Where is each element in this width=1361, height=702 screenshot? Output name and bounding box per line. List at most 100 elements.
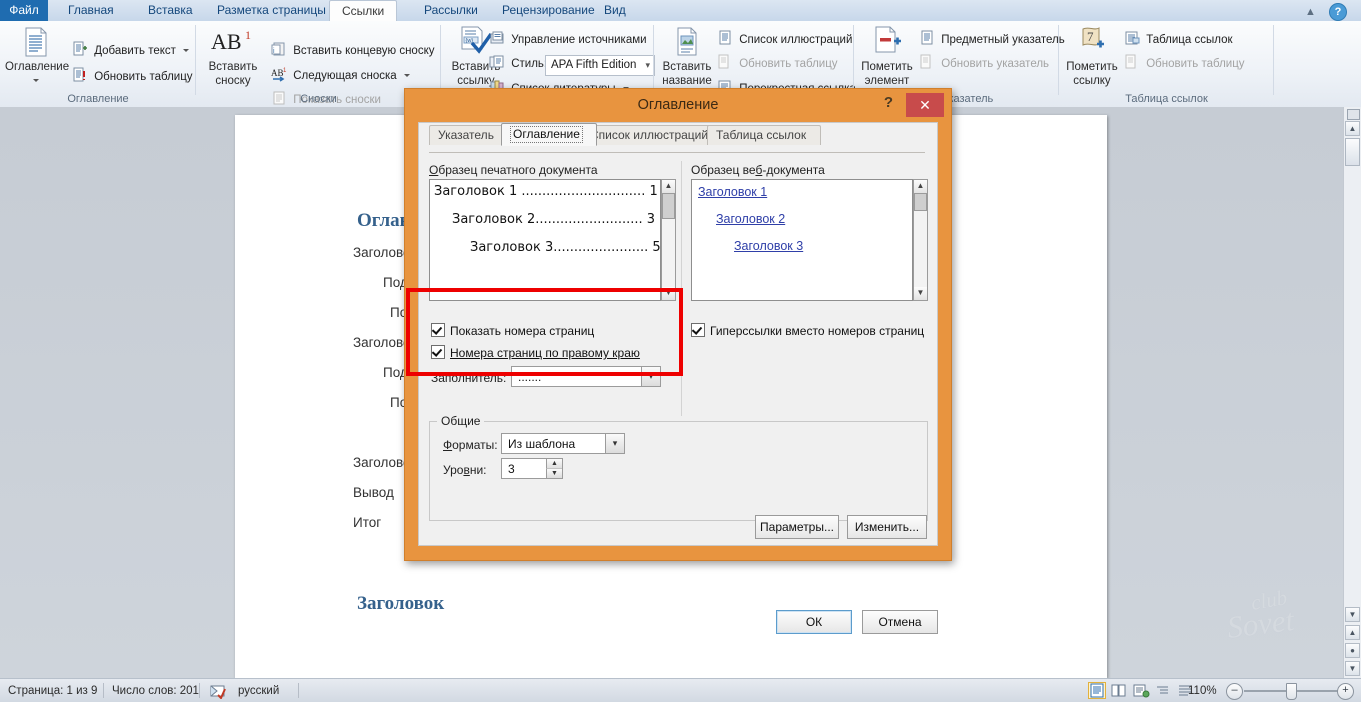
ribbon-tab-mailings[interactable]: Рассылки: [412, 0, 490, 21]
next-page-button[interactable]: ▼: [1345, 661, 1360, 676]
scroll-down-button[interactable]: ▼: [1345, 607, 1360, 622]
filler-combo[interactable]: ....... ▾: [511, 366, 661, 387]
web-preview-link[interactable]: Заголовок 2: [716, 212, 785, 226]
document-vertical-scrollbar[interactable]: ▲ ▼ ▲ ● ▼: [1343, 107, 1361, 678]
update-toc-table-button[interactable]: Обновить таблицу: [72, 67, 193, 88]
next-footnote-dropdown-arrow[interactable]: [403, 74, 410, 78]
ribbon-tab-file[interactable]: Файл: [0, 0, 48, 21]
checkbox-label: Показать номера страниц: [450, 324, 595, 338]
general-groupbox-title: Общие: [437, 414, 485, 428]
add-text-dropdown-arrow[interactable]: [183, 49, 190, 53]
proofing-icon[interactable]: [210, 683, 228, 702]
scroll-up-button[interactable]: ▲: [1345, 121, 1360, 136]
checkbox-box[interactable]: [431, 345, 445, 359]
ribbon-group-authorities: 7 Пометить ссылку Таблица ссылок Обновит…: [1059, 21, 1274, 107]
toc-dropdown-arrow[interactable]: [33, 79, 39, 83]
mark-entry-label-1: Пометить: [861, 61, 913, 73]
ribbon-tab-layout[interactable]: Разметка страницы: [205, 0, 338, 21]
table-of-figures-label: Список иллюстраций: [739, 34, 853, 46]
view-print-layout-button[interactable]: [1088, 682, 1106, 699]
scroll-up-button[interactable]: ▲: [914, 180, 927, 193]
zoom-slider-thumb[interactable]: [1286, 683, 1297, 700]
collapse-ribbon-icon[interactable]: ▲: [1305, 6, 1316, 18]
print-preview-box[interactable]: Заголовок 1 ............................…: [429, 179, 661, 301]
scroll-down-button[interactable]: ▼: [914, 287, 927, 300]
status-page-indicator[interactable]: Страница: 1 из 9: [8, 683, 97, 699]
manage-sources-button[interactable]: Управление источниками: [489, 30, 647, 51]
update-index-label: Обновить указатель: [941, 58, 1050, 70]
toc-dialog[interactable]: Оглавление ? ✕ Указатель Оглавление Спис…: [404, 88, 952, 634]
help-icon[interactable]: ?: [1329, 3, 1347, 21]
checkbox-use-hyperlinks[interactable]: Гиперссылки вместо номеров страниц: [691, 323, 924, 338]
web-preview-label: Образец веб-документа: [691, 163, 825, 177]
footnote-ab1-icon: AB 1: [202, 25, 264, 59]
document-toc-line: Вывод: [353, 485, 394, 500]
scrollbar-split-handle[interactable]: [1347, 109, 1360, 120]
zoom-in-button[interactable]: +: [1337, 683, 1354, 700]
dialog-close-button[interactable]: ✕: [906, 93, 944, 117]
scrollbar-thumb[interactable]: [662, 193, 675, 219]
add-text-icon: [72, 41, 88, 57]
mark-citation-button[interactable]: 7 Пометить ссылку: [1061, 25, 1123, 87]
chevron-down-icon[interactable]: ▾: [645, 56, 650, 75]
citation-style-row[interactable]: Стиль:: [489, 54, 547, 75]
ribbon-tab-insert[interactable]: Вставка: [136, 0, 205, 21]
checkbox-show-page-numbers[interactable]: Показать номера страниц: [431, 323, 594, 338]
insert-footnote-button[interactable]: AB 1 Вставить сноску: [202, 25, 264, 87]
citation-style-combo[interactable]: APA Fifth Edition ▾: [545, 55, 655, 76]
web-preview-link[interactable]: Заголовок 1: [698, 185, 767, 199]
chevron-down-icon[interactable]: ▾: [641, 367, 660, 386]
options-button[interactable]: Параметры...: [755, 515, 839, 539]
spinner-down-icon[interactable]: ▼: [546, 467, 562, 478]
view-web-layout-button[interactable]: [1132, 682, 1150, 699]
chevron-down-icon[interactable]: ▾: [605, 434, 624, 453]
insert-caption-label-2: название: [662, 75, 712, 87]
status-word-count[interactable]: Число слов: 201: [112, 683, 199, 699]
insert-table-of-authorities-button[interactable]: Таблица ссылок: [1124, 30, 1233, 51]
dialog-tab-toc[interactable]: Оглавление: [501, 123, 597, 146]
checkbox-box[interactable]: [691, 323, 705, 337]
ribbon-group-toc: Оглавление Добавить текст Обновить табли…: [0, 21, 196, 107]
add-text-button[interactable]: Добавить текст: [72, 41, 190, 62]
cancel-button[interactable]: Отмена: [862, 610, 938, 634]
previous-page-button[interactable]: ▲: [1345, 625, 1360, 640]
dialog-tab-figures[interactable]: Список иллюстраций: [581, 125, 723, 145]
formats-combo[interactable]: Из шаблона ▾: [501, 433, 625, 454]
ribbon-tab-home[interactable]: Главная: [56, 0, 126, 21]
status-zoom-level[interactable]: 110%: [1188, 683, 1217, 699]
zoom-out-button[interactable]: –: [1226, 683, 1243, 700]
mark-entry-button[interactable]: Пометить элемент: [856, 25, 918, 87]
table-of-figures-button[interactable]: Список иллюстраций: [717, 30, 852, 51]
checkbox-box[interactable]: [431, 323, 445, 337]
toc-gallery-button[interactable]: Оглавление: [5, 25, 69, 87]
scrollbar-thumb[interactable]: [1345, 138, 1360, 166]
checkbox-right-align-page-numbers[interactable]: Номера страниц по правому краю: [431, 345, 640, 360]
status-language[interactable]: русский: [238, 683, 279, 699]
view-fullscreen-reading-button[interactable]: [1110, 682, 1128, 699]
update-index-button: Обновить указатель: [919, 54, 1049, 75]
modify-button[interactable]: Изменить...: [847, 515, 927, 539]
dialog-help-button[interactable]: ?: [884, 94, 893, 111]
scroll-down-button[interactable]: ▼: [662, 287, 675, 300]
ok-button[interactable]: ОК: [776, 610, 852, 634]
mark-citation-icon: 7: [1061, 25, 1123, 59]
web-preview-box[interactable]: Заголовок 1 Заголовок 2 Заголовок 3: [691, 179, 913, 301]
web-preview-link[interactable]: Заголовок 3: [734, 239, 803, 253]
levels-spinner[interactable]: 3 ▲ ▼: [501, 458, 563, 479]
print-preview-scrollbar[interactable]: ▲ ▼: [661, 179, 676, 301]
manage-sources-icon: [489, 30, 505, 46]
insert-endnote-button[interactable]: i Вставить концевую сноску: [271, 41, 435, 62]
scrollbar-thumb[interactable]: [914, 193, 927, 211]
scroll-up-button[interactable]: ▲: [662, 180, 675, 193]
group-divider: [1273, 25, 1274, 95]
ribbon-tab-references[interactable]: Ссылки: [329, 0, 398, 22]
view-outline-button[interactable]: [1154, 682, 1172, 699]
insert-index-button[interactable]: Предметный указатель: [919, 30, 1065, 51]
web-preview-scrollbar[interactable]: ▲ ▼: [913, 179, 928, 301]
select-browse-object-button[interactable]: ●: [1345, 643, 1360, 658]
next-footnote-button[interactable]: AB 1 Следующая сноска: [271, 66, 410, 87]
ribbon-tab-view[interactable]: Вид: [592, 0, 638, 21]
dialog-tab-authorities[interactable]: Таблица ссылок: [707, 125, 821, 145]
ribbon-tab-review[interactable]: Рецензирование: [490, 0, 607, 21]
insert-caption-button[interactable]: Вставить название: [656, 25, 718, 87]
